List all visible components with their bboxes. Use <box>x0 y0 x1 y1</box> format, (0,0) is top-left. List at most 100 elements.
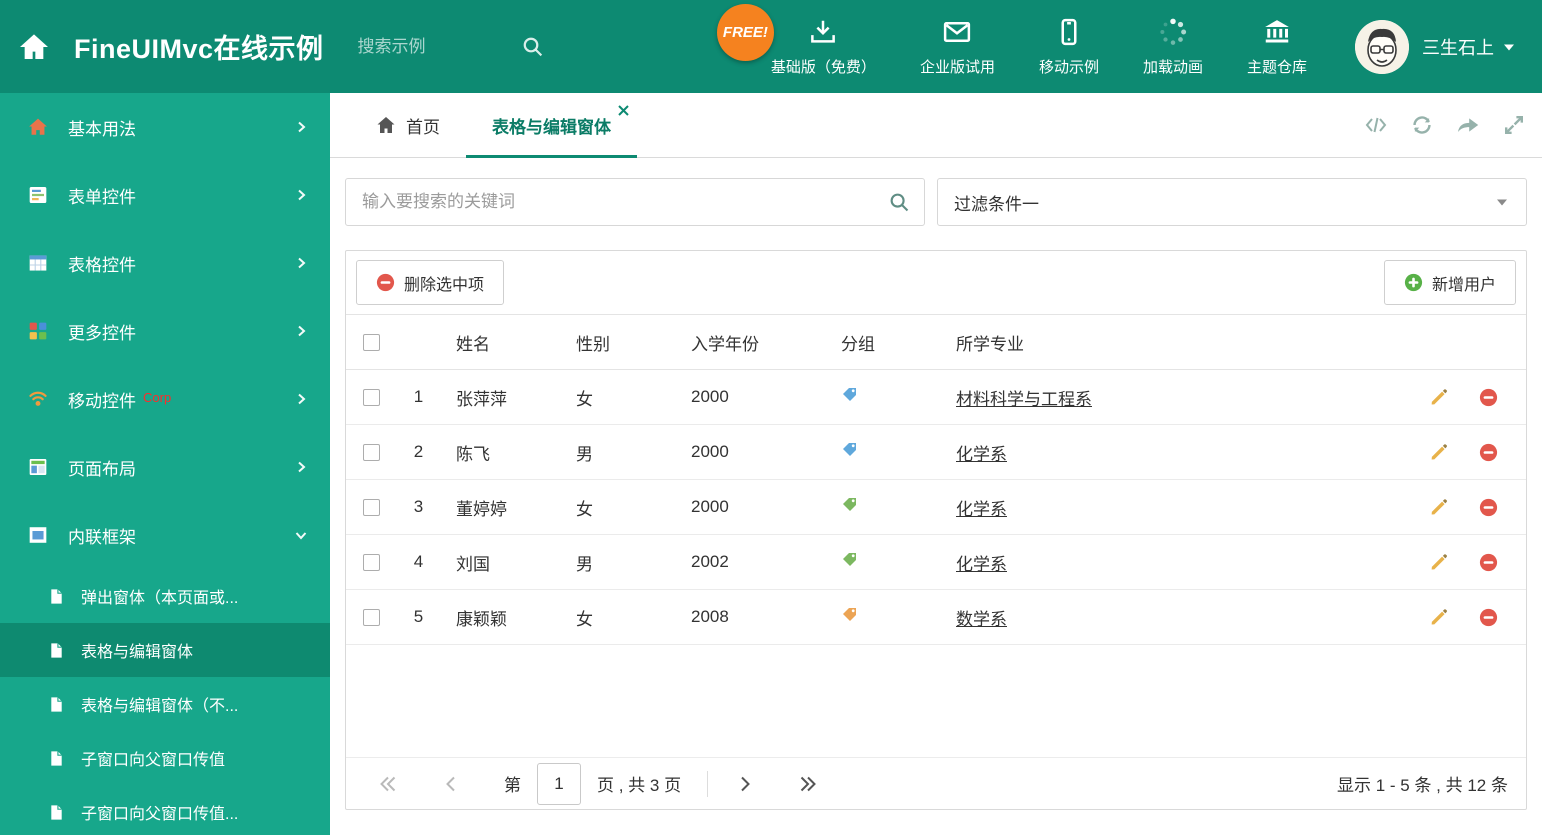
share-icon[interactable] <box>1456 113 1480 137</box>
expand-icon[interactable] <box>1502 113 1526 137</box>
major-link[interactable]: 数学系 <box>956 610 1007 629</box>
cell-year: 2000 <box>691 442 729 461</box>
tab-grid-edit-window[interactable]: 表格与编辑窗体 <box>466 93 637 158</box>
delete-icon[interactable] <box>1479 608 1498 627</box>
delete-icon[interactable] <box>1479 498 1498 517</box>
row-checkbox[interactable] <box>362 554 380 572</box>
edit-icon[interactable] <box>1429 553 1448 572</box>
delete-selected-button[interactable]: 删除选中项 <box>356 260 505 305</box>
table-row[interactable]: 4 刘国 男 2002 化学系 <box>346 535 1526 590</box>
sidebar-item-label: 表单控件 <box>68 187 136 207</box>
page-icon <box>48 642 65 659</box>
tag-icon <box>841 441 858 458</box>
frame-icon <box>28 525 48 545</box>
mobile-icon <box>1054 17 1084 47</box>
nav-item-label: 企业版试用 <box>919 58 995 76</box>
chevron-down-icon <box>294 528 308 542</box>
row-checkbox[interactable] <box>362 444 380 462</box>
page-content: 过滤条件一 删除选中项 新增用户 <box>330 158 1542 810</box>
sidebar-subitem-child-to-parent[interactable]: 子窗口向父窗口传值 <box>0 731 330 785</box>
major-link[interactable]: 材料科学与工程系 <box>956 390 1092 409</box>
row-checkbox[interactable] <box>362 609 380 627</box>
header-search-input[interactable] <box>357 36 508 57</box>
grid-toolbar: 删除选中项 新增用户 <box>346 251 1526 314</box>
main-area: 首页 表格与编辑窗体 输入要搜索的关键词 过滤条件一 删除选中项 新增用户 姓名… <box>330 93 1542 835</box>
nav-item-mobile-demo[interactable]: 移动示例 <box>1017 17 1121 77</box>
close-icon[interactable] <box>618 105 629 116</box>
search-icon[interactable] <box>522 36 544 58</box>
select-all-checkbox[interactable] <box>362 334 380 352</box>
delete-icon[interactable] <box>1479 553 1498 572</box>
chevron-right-icon <box>294 256 308 270</box>
delete-icon[interactable] <box>1479 443 1498 462</box>
tab-home[interactable]: 首页 <box>350 93 466 157</box>
sidebar-subitem-child-to-parent-2[interactable]: 子窗口向父窗口传值... <box>0 785 330 835</box>
table-row[interactable]: 1 张萍萍 女 2000 材料科学与工程系 <box>346 370 1526 425</box>
sidebar-item-label: 页面布局 <box>68 459 136 479</box>
tab-bar: 首页 表格与编辑窗体 <box>330 93 1542 158</box>
sidebar-subitem-popup-window[interactable]: 弹出窗体（本页面或... <box>0 569 330 623</box>
sidebar-item-more-controls[interactable]: 更多控件 <box>0 297 330 365</box>
table-row[interactable]: 5 康颖颖 女 2008 数学系 <box>346 590 1526 645</box>
tag-icon <box>841 551 858 568</box>
col-name: 姓名 <box>456 334 490 354</box>
edit-icon[interactable] <box>1429 608 1448 627</box>
chevron-down-icon <box>1494 194 1510 210</box>
row-number: 4 <box>413 552 424 571</box>
nav-item-label: 移动示例 <box>1038 58 1099 76</box>
nav-item-basic-edition[interactable]: FREE! 基础版（免费） <box>716 3 898 77</box>
row-checkbox[interactable] <box>362 499 380 517</box>
nav-item-theme-repository[interactable]: 主题仓库 <box>1225 17 1329 77</box>
sidebar-item-page-layout[interactable]: 页面布局 <box>0 433 330 501</box>
row-checkbox[interactable] <box>362 389 380 407</box>
grid-empty-space <box>346 645 1526 757</box>
delete-icon[interactable] <box>1479 388 1498 407</box>
row-number: 2 <box>413 442 424 461</box>
sidebar-item-basic-usage[interactable]: 基本用法 <box>0 93 330 161</box>
sidebar-item-grid-controls[interactable]: 表格控件 <box>0 229 330 297</box>
chevron-right-icon <box>294 392 308 406</box>
download-icon <box>808 17 838 47</box>
col-year: 入学年份 <box>691 334 759 354</box>
page-icon <box>48 588 65 605</box>
page-number-input[interactable] <box>537 762 581 805</box>
sidebar-item-label: 更多控件 <box>68 323 136 343</box>
sidebar-subitem-grid-edit-window-2[interactable]: 表格与编辑窗体（不... <box>0 677 330 731</box>
cell-name: 刘国 <box>456 554 490 574</box>
app-logo[interactable]: FineUIMvc在线示例 <box>0 27 324 66</box>
nav-item-enterprise-trial[interactable]: 企业版试用 <box>898 17 1017 77</box>
last-page-button[interactable] <box>798 773 820 795</box>
home-icon <box>18 31 50 63</box>
code-icon[interactable] <box>1364 113 1388 137</box>
next-page-button[interactable] <box>734 773 756 795</box>
sidebar-item-form-controls[interactable]: 表单控件 <box>0 161 330 229</box>
search-icon[interactable] <box>889 192 910 213</box>
edit-icon[interactable] <box>1429 498 1448 517</box>
page-icon <box>48 696 65 713</box>
major-link[interactable]: 化学系 <box>956 445 1007 464</box>
sidebar-item-label: 内联框架 <box>68 527 136 547</box>
first-page-button[interactable] <box>376 773 398 795</box>
chevron-right-icon <box>294 460 308 474</box>
sidebar-item-iframe[interactable]: 内联框架 <box>0 501 330 569</box>
cell-name: 张萍萍 <box>456 389 507 409</box>
cell-gender: 女 <box>576 499 593 519</box>
user-menu[interactable]: 三生石上 <box>1355 19 1542 74</box>
cell-year: 2008 <box>691 607 729 626</box>
refresh-icon[interactable] <box>1410 113 1434 137</box>
nav-item-loading-animations[interactable]: 加载动画 <box>1121 17 1225 77</box>
add-user-button[interactable]: 新增用户 <box>1383 260 1516 305</box>
tag-icon <box>841 386 858 403</box>
edit-icon[interactable] <box>1429 443 1448 462</box>
major-link[interactable]: 化学系 <box>956 500 1007 519</box>
sidebar-subitem-grid-edit-window[interactable]: 表格与编辑窗体 <box>0 623 330 677</box>
filter-dropdown[interactable]: 过滤条件一 <box>937 178 1527 226</box>
cell-name: 康颖颖 <box>456 609 507 629</box>
keyword-search-input[interactable] <box>346 192 924 212</box>
sidebar-item-mobile-controls[interactable]: 移动控件 Corp <box>0 365 330 433</box>
table-row[interactable]: 2 陈飞 男 2000 化学系 <box>346 425 1526 480</box>
edit-icon[interactable] <box>1429 388 1448 407</box>
major-link[interactable]: 化学系 <box>956 555 1007 574</box>
table-row[interactable]: 3 董婷婷 女 2000 化学系 <box>346 480 1526 535</box>
prev-page-button[interactable] <box>440 773 462 795</box>
